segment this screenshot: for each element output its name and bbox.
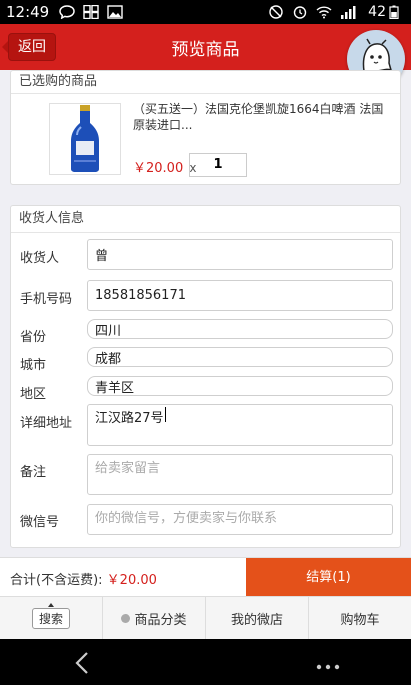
checkout-button[interactable]: 结算(1) (246, 558, 411, 597)
nav-categories[interactable]: 商品分类 (103, 597, 206, 639)
wechat-input[interactable]: 你的微信号，方便卖家与你联系 (87, 504, 393, 535)
phone-input[interactable]: 18581856171 (87, 280, 393, 311)
phone-label: 手机号码 (20, 292, 73, 307)
receiver-name-input[interactable]: 曾 (87, 239, 393, 270)
nav-my-shop-label: 我的微店 (230, 612, 283, 628)
grid-icon (83, 4, 99, 20)
wifi-icon (316, 5, 332, 19)
chat-icon (59, 5, 75, 20)
section-title-receiver: 收货人信息 (11, 206, 400, 233)
total-amount: ￥20.00 (106, 573, 157, 588)
wechat-label: 微信号 (20, 515, 60, 530)
nav-search[interactable]: 搜索 (0, 597, 103, 639)
nav-cart[interactable]: 购物车 (309, 597, 411, 639)
search-button[interactable]: 搜索 (31, 602, 70, 629)
back-button[interactable]: 返回 (2, 33, 56, 61)
system-menu-icon[interactable] (316, 658, 340, 674)
alarm-icon (292, 5, 308, 19)
image-icon (107, 5, 123, 19)
city-label: 城市 (20, 358, 47, 373)
total-bar: 合计(不含运费): ￥20.00 结算(1) (0, 557, 411, 597)
product-image[interactable] (49, 103, 121, 175)
remark-textarea[interactable]: 给卖家留言 (87, 454, 393, 495)
quantity-input[interactable]: 1 (189, 153, 247, 177)
bottom-nav: 搜索 商品分类 我的微店 购物车 (0, 596, 411, 639)
city-select[interactable]: 成都 (87, 347, 393, 367)
status-right: 42 (268, 4, 405, 20)
text-caret (164, 407, 166, 422)
mute-icon (268, 5, 284, 19)
signal-icon (340, 5, 356, 19)
province-label: 省份 (20, 330, 47, 345)
address-label: 详细地址 (20, 416, 73, 431)
product-price-row: ￥20.00 x (133, 157, 196, 176)
nav-my-shop[interactable]: 我的微店 (206, 597, 309, 639)
dot-icon (121, 613, 131, 623)
nav-categories-label: 商品分类 (134, 612, 187, 628)
page-title: 预览商品 (171, 39, 240, 60)
receiver-name-label: 收货人 (20, 251, 60, 266)
remark-label: 备注 (20, 465, 47, 480)
battery-level: 42 (368, 4, 386, 20)
status-time: 12:49 (6, 3, 50, 21)
battery-icon (389, 5, 405, 20)
district-label: 地区 (20, 387, 47, 402)
system-nav-bar (0, 639, 411, 685)
receiver-info-card: 收货人信息 收货人 曾 手机号码 18581856171 省份 四川 城市 成都… (10, 205, 401, 548)
nav-cart-label: 购物车 (340, 612, 380, 628)
total-summary: 合计(不含运费): ￥20.00 (10, 569, 157, 588)
system-back-icon[interactable] (72, 651, 92, 679)
total-label: 合计(不含运费): (10, 573, 103, 588)
section-title-products: 已选购的商品 (11, 71, 400, 94)
product-price: ￥20.00 (133, 161, 184, 176)
product-name[interactable]: （买五送一）法国克伦堡凯旋1664白啤酒 法国原装进口... (133, 101, 395, 133)
address-textarea[interactable]: 江汉路27号 (87, 404, 393, 446)
status-bar: 12:49 42 (0, 0, 411, 24)
district-select[interactable]: 青羊区 (87, 376, 393, 396)
address-text: 江汉路27号 (95, 411, 164, 426)
province-select[interactable]: 四川 (87, 319, 393, 339)
selected-products-card: 已选购的商品 （买五送一）法国克伦堡凯旋1664白啤酒 法国原装进口... ￥2… (10, 70, 401, 185)
